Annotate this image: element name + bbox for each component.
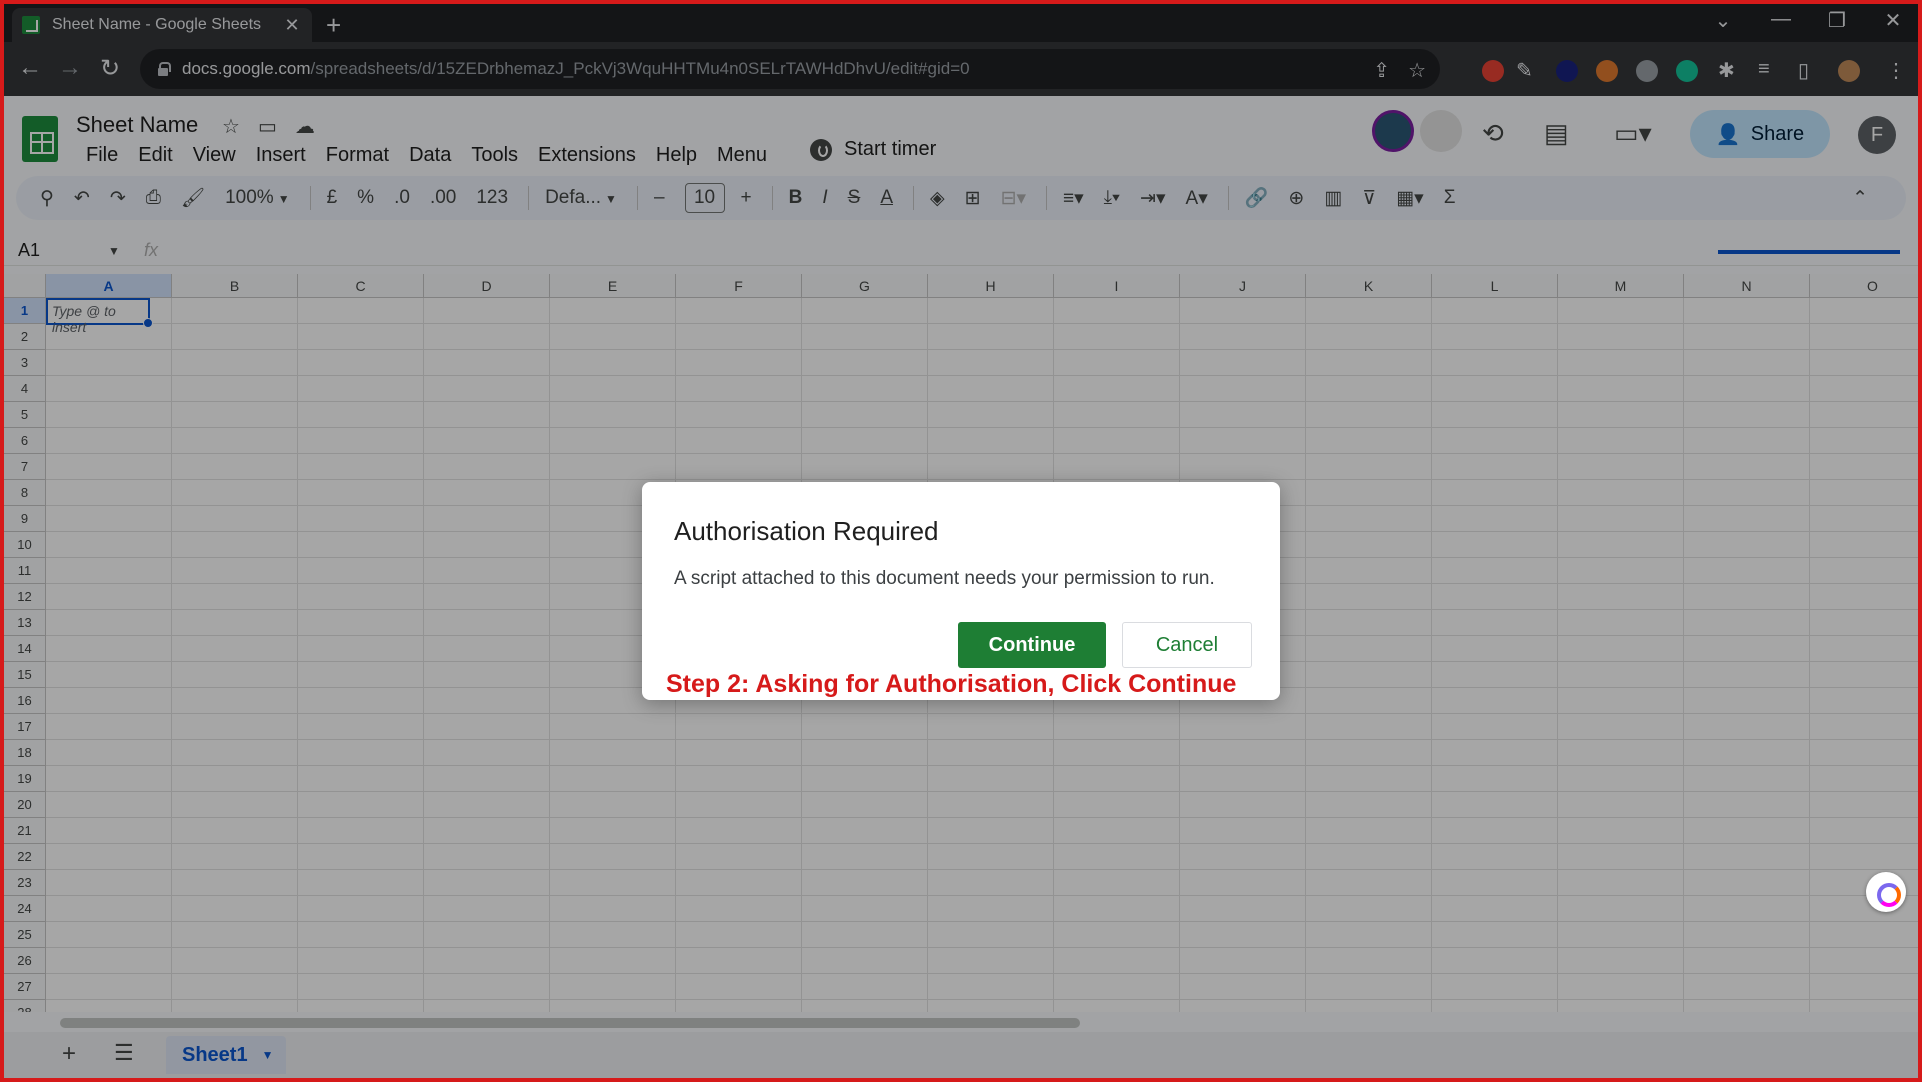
dialog-title: Authorisation Required [674,516,939,546]
cancel-button[interactable]: Cancel [1122,622,1252,668]
dialog-message: A script attached to this document needs… [674,568,1215,589]
continue-button[interactable]: Continue [958,622,1106,668]
step-annotation: Step 2: Asking for Authorisation, Click … [666,670,1237,698]
authorisation-dialog: Authorisation Required A script attached… [642,482,1280,700]
screen-frame: Sheet Name - Google Sheets ✕ + ⌄ — ❐ ✕ ←… [4,4,1918,1078]
clickup-icon[interactable] [1866,872,1906,912]
